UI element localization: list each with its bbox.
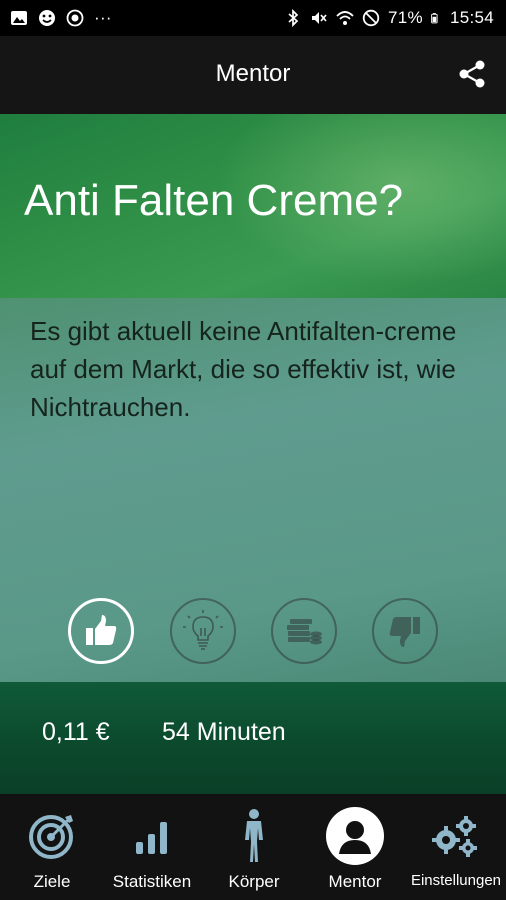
dnd-icon (362, 9, 380, 27)
body-icon (245, 809, 263, 862)
money-button[interactable] (271, 598, 337, 664)
tip-title: Anti Falten Creme? (24, 176, 404, 225)
nav-item-statistiken[interactable]: Statistiken (104, 794, 200, 900)
lightbulb-icon (183, 610, 223, 650)
feedback-actions (0, 598, 506, 668)
thumbs-up-icon (86, 615, 117, 645)
nav-item-koerper[interactable]: Körper (214, 794, 294, 900)
nav-item-mentor[interactable]: Mentor (312, 794, 398, 900)
mentor-icon (326, 807, 384, 865)
mute-icon (312, 12, 327, 24)
tip-body: Es gibt aktuell keine Antifalten-creme a… (30, 316, 457, 422)
bar-chart-icon (136, 822, 167, 854)
battery-icon (431, 13, 438, 24)
face-icon (39, 10, 55, 26)
app-bar: Mentor (0, 36, 506, 114)
gears-icon (432, 816, 477, 857)
tip-card: Anti Falten Creme? Es gibt aktuell keine… (0, 114, 506, 794)
nav-label-statistiken: Statistiken (112, 872, 192, 891)
savings-stats: 0,11 € 54 Minuten (0, 682, 506, 794)
battery-percent: 71% (388, 8, 423, 27)
bluetooth-icon (288, 9, 299, 27)
lightbulb-button[interactable] (170, 598, 236, 664)
thumbs-up-button[interactable] (68, 598, 134, 664)
wifi-icon (336, 11, 354, 25)
thumbs-down-button[interactable] (372, 598, 438, 664)
thumbs-down-icon (389, 617, 420, 647)
clock: 15:54 (449, 8, 494, 27)
time-saved: 54 Minuten (162, 718, 286, 746)
target-icon (29, 815, 73, 859)
nav-label-ziele: Ziele (33, 872, 71, 891)
nav-label-einstellungen: Einstellungen (410, 872, 502, 889)
nav-item-einstellungen[interactable]: Einstellungen (406, 794, 506, 900)
status-bar: ··· 71% 15:54 (0, 0, 506, 36)
page-title: Mentor (215, 60, 291, 87)
share-icon[interactable] (456, 58, 488, 90)
nav-label-mentor: Mentor (328, 872, 382, 891)
more-dots-icon: ··· (94, 8, 112, 27)
nav-item-ziele[interactable]: Ziele (12, 794, 92, 900)
money-saved: 0,11 € (42, 718, 110, 746)
nav-label-koerper: Körper (228, 872, 280, 891)
bottom-nav: Ziele Statistiken Körper Mentor Einstell… (0, 794, 506, 900)
image-icon (11, 11, 27, 25)
money-icon (287, 619, 322, 645)
record-icon (66, 9, 84, 27)
